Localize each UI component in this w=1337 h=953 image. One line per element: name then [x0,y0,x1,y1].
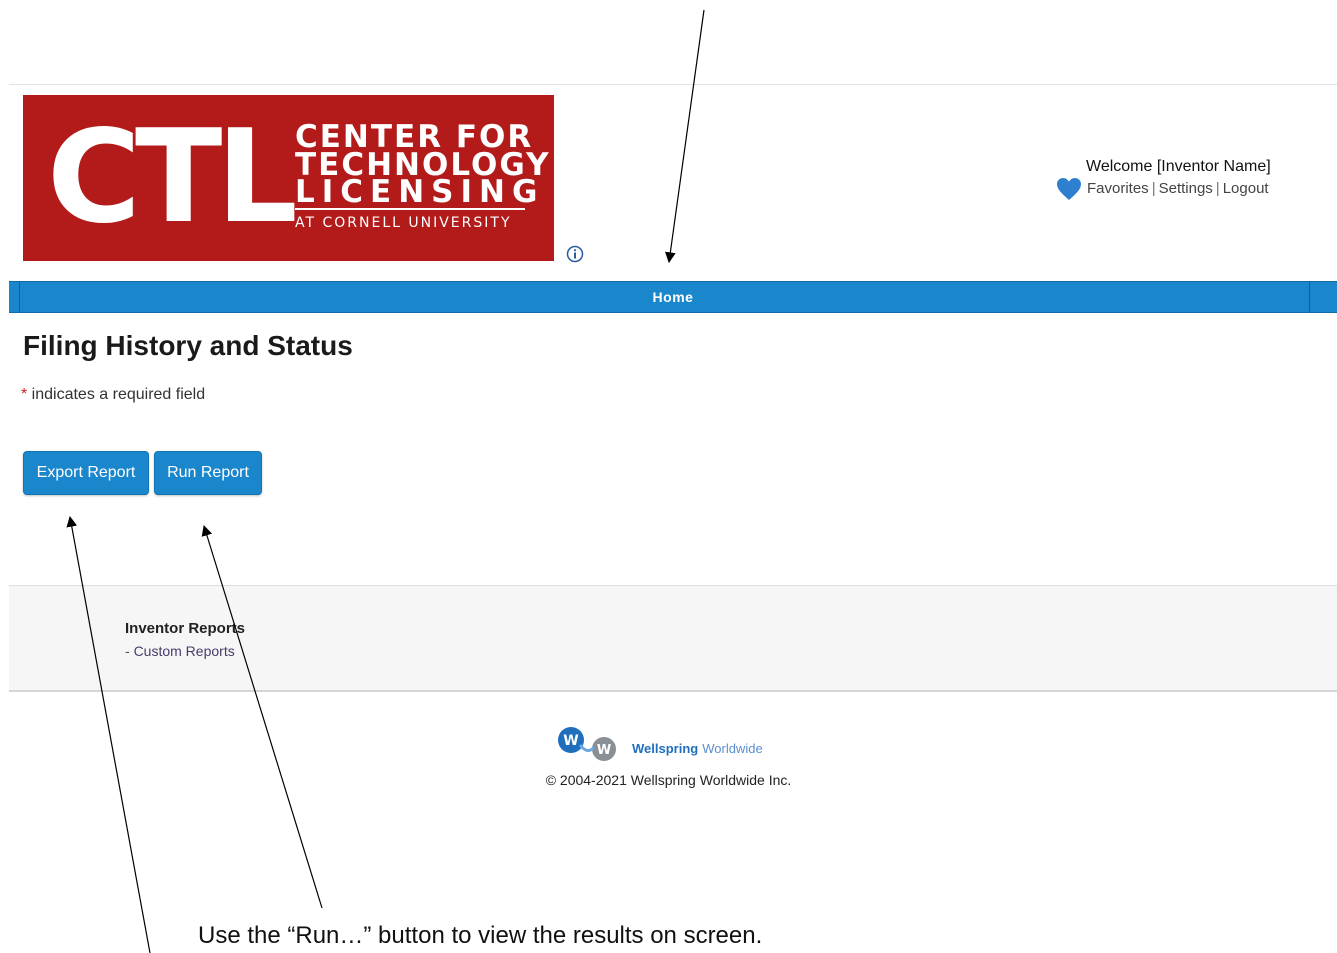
logo-line-3: LICENSING [295,174,545,210]
footer-links-panel: Inventor Reports - Custom Reports [9,585,1337,692]
wellspring-logo-icon: W W [558,727,616,761]
link-separator: | [1215,180,1220,197]
svg-text:W: W [563,733,578,749]
info-icon[interactable] [566,245,584,263]
nav-home-link[interactable]: Home [9,289,1337,305]
nav-edge-right [1309,282,1310,312]
brand-bold: Wellspring [632,741,699,756]
favorites-link[interactable]: Favorites [1087,180,1149,197]
logo-line-4: AT CORNELL UNIVERSITY [295,215,512,231]
custom-reports-link[interactable]: - Custom Reports [125,643,235,659]
svg-text:W: W [597,743,611,758]
page-title: Filing History and Status [23,330,353,361]
header-divider [9,84,1337,85]
wellspring-brand-text: Wellspring Worldwide [632,741,763,756]
inventor-reports-heading: Inventor Reports [125,620,246,637]
heart-icon[interactable] [1056,177,1082,201]
welcome-text: Welcome [Inventor Name] [1086,158,1271,175]
settings-link[interactable]: Settings [1159,180,1213,197]
logo-rule [295,208,525,210]
run-report-button[interactable]: Run Report [154,451,262,495]
arrow-to-home [664,9,705,264]
copyright-text: © 2004-2021 Wellspring Worldwide Inc. [545,772,792,788]
logo-ctl-text: CTL [47,103,298,252]
arrow-to-export-button [66,515,151,953]
brand-light: Worldwide [702,741,763,756]
main-nav-bar: Home [9,281,1337,313]
ctl-logo[interactable]: CTL CENTER FOR TECHNOLOGY LICENSING AT C… [23,95,554,261]
arrow-to-run-button [201,524,323,909]
user-links: Favorites | Settings | Logout [1087,180,1269,197]
annotation-caption: Use the “Run…” button to view the result… [198,922,763,949]
export-report-button[interactable]: Export Report [23,451,149,495]
required-note-text: indicates a required field [27,386,206,403]
required-field-note: * indicates a required field [21,386,205,404]
link-separator: | [1151,180,1156,197]
logout-link[interactable]: Logout [1223,180,1269,197]
custom-reports-label: Custom Reports [133,643,235,659]
link-prefix: - [125,643,134,659]
